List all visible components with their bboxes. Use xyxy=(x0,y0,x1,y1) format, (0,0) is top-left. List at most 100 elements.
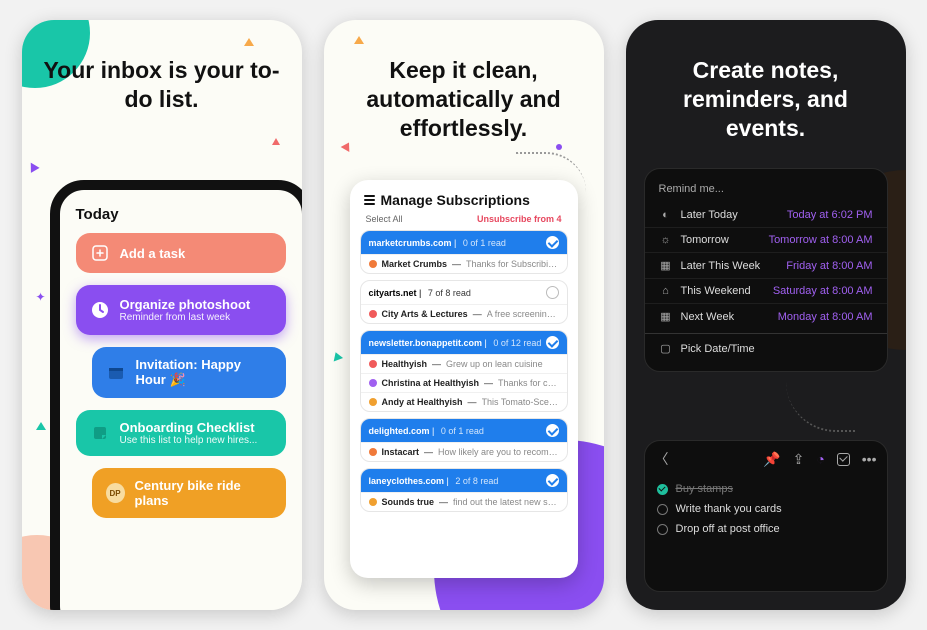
subscription-row[interactable]: Market Crumbs — Thanks for Subscribing! xyxy=(361,254,567,273)
sender-dot xyxy=(369,379,377,387)
sender-name: Christina at Healthyish xyxy=(382,378,480,388)
group-domain: cityarts.net | 7 of 8 read xyxy=(369,288,471,298)
subscription-row[interactable]: Sounds true — find out the latest new st… xyxy=(361,492,567,511)
subscription-group[interactable]: delighted.com | 0 of 1 readInstacart — H… xyxy=(360,418,568,462)
screenshot-panel-1: ✦ Your inbox is your to-do list. Today A… xyxy=(22,20,302,610)
message-preview: How likely are you to recomm... xyxy=(438,447,558,457)
remind-option[interactable]: ▦ Later This Week Friday at 8:00 AM xyxy=(645,252,887,278)
group-header[interactable]: cityarts.net | 7 of 8 read xyxy=(361,281,567,304)
subscription-group[interactable]: laneyclothes.com | 2 of 8 read Sounds tru… xyxy=(360,468,568,512)
remind-icon: ◐ xyxy=(659,209,673,221)
share-icon[interactable]: ⇪ xyxy=(793,451,805,468)
group-checkbox[interactable] xyxy=(546,424,559,437)
group-header[interactable]: newsletter.bonappetit.com | 0 of 12 read xyxy=(361,331,567,354)
clock-icon[interactable]: ◔ xyxy=(816,451,824,467)
task-item[interactable]: Buy stamps xyxy=(655,479,877,499)
device-frame: Today Add a task Organize photoshoot Rem… xyxy=(50,180,302,610)
subscription-group[interactable]: newsletter.bonappetit.com | 0 of 12 read… xyxy=(360,330,568,412)
onboarding-card[interactable]: Onboarding Checklist Use this list to he… xyxy=(76,410,286,456)
group-checkbox[interactable] xyxy=(546,336,559,349)
sender-dot xyxy=(369,498,377,506)
decor-triangle xyxy=(330,351,342,362)
sender-name: Sounds true xyxy=(382,497,435,507)
card-subtitle: Use this list to help new hires... xyxy=(120,435,258,446)
decor-triangle xyxy=(272,138,280,145)
group-checkbox[interactable] xyxy=(546,236,559,249)
remind-label: Tomorrow xyxy=(681,234,729,246)
remind-label: Later Today xyxy=(681,209,738,221)
more-icon[interactable]: ••• xyxy=(862,451,877,467)
remind-value: Tomorrow at 8:00 AM xyxy=(769,234,873,246)
checkbox-icon[interactable] xyxy=(837,453,850,466)
group-header[interactable]: delighted.com | 0 of 1 read xyxy=(361,419,567,442)
sender-name: Instacart xyxy=(382,447,420,457)
add-task-label: Add a task xyxy=(120,246,186,261)
subscription-row[interactable]: Healthyish — Grew up on lean cuisine xyxy=(361,354,567,373)
sender-name: City Arts & Lectures xyxy=(382,309,468,319)
remind-option[interactable]: ☼TomorrowTomorrow at 8:00 AM xyxy=(645,227,887,252)
group-header[interactable]: marketcrumbs.com | 0 of 1 read xyxy=(361,231,567,254)
add-task-card[interactable]: Add a task xyxy=(76,233,286,273)
group-header[interactable]: laneyclothes.com | 2 of 8 read xyxy=(361,469,567,492)
subscription-group[interactable]: cityarts.net | 7 of 8 read City Arts & Le… xyxy=(360,280,568,324)
task-checkbox[interactable] xyxy=(657,524,668,535)
decor-triangle xyxy=(36,422,46,430)
remind-label: Later This Week xyxy=(681,260,761,272)
calendar-icon xyxy=(106,363,126,383)
card-title: Invitation: Happy Hour 🎉 xyxy=(136,357,272,388)
task-item[interactable]: Drop off at post office xyxy=(655,519,877,539)
invitation-card[interactable]: Invitation: Happy Hour 🎉 xyxy=(92,347,286,398)
select-all-button[interactable]: Select All xyxy=(366,214,403,224)
task-checkbox[interactable] xyxy=(657,504,668,515)
task-item[interactable]: Write thank you cards xyxy=(655,499,877,519)
message-preview: find out the latest new sty... xyxy=(453,497,558,507)
group-domain: marketcrumbs.com | 0 of 1 read xyxy=(369,238,506,248)
subscription-group[interactable]: marketcrumbs.com | 0 of 1 read Market Cru… xyxy=(360,230,568,274)
remind-icon: ⌂ xyxy=(659,285,673,297)
task-label: Buy stamps xyxy=(676,483,733,495)
message-preview: Thanks for Subscribing! xyxy=(466,259,558,269)
card-subtitle: Reminder from last week xyxy=(120,312,251,323)
subscription-row[interactable]: City Arts & Lectures — A free screening … xyxy=(361,304,567,323)
menu-icon[interactable] xyxy=(364,195,375,205)
subscription-row[interactable]: Andy at Healthyish — This Tomato-Scented… xyxy=(361,392,567,411)
decor-triangle xyxy=(26,160,39,173)
remind-label: This Weekend xyxy=(681,285,751,297)
note-icon xyxy=(90,423,110,443)
remind-option[interactable]: ⌂This WeekendSaturday at 8:00 AM xyxy=(645,278,887,303)
remind-value: Friday at 8:00 AM xyxy=(786,260,872,272)
headline: Create notes, reminders, and events. xyxy=(626,20,906,160)
bike-ride-card[interactable]: DP Century bike ride plans xyxy=(92,468,286,518)
group-domain: laneyclothes.com | 2 of 8 read xyxy=(369,476,499,486)
sender-dot xyxy=(369,448,377,456)
remind-label: Next Week xyxy=(681,311,735,323)
subscription-row[interactable]: Instacart — How likely are you to recomm… xyxy=(361,442,567,461)
headline: Keep it clean, automatically and effortl… xyxy=(324,20,604,160)
group-checkbox[interactable] xyxy=(546,286,559,299)
calendar-icon: ▢ xyxy=(659,342,673,355)
subscription-row[interactable]: Christina at Healthyish — Thanks for com… xyxy=(361,373,567,392)
remind-option[interactable]: ◐Later TodayToday at 6:02 PM xyxy=(645,203,887,227)
remind-option[interactable]: ▦Next WeekMonday at 8:00 AM xyxy=(645,303,887,329)
task-label: Write thank you cards xyxy=(676,503,782,515)
screenshot-panel-2: Keep it clean, automatically and effortl… xyxy=(324,20,604,610)
remind-value: Monday at 8:00 AM xyxy=(778,311,873,323)
sender-name: Healthyish xyxy=(382,359,428,369)
headline: Your inbox is your to-do list. xyxy=(22,20,302,132)
card-title: Onboarding Checklist xyxy=(120,420,258,435)
pick-date-time-row[interactable]: ▢ Pick Date/Time xyxy=(645,333,887,361)
pin-icon[interactable]: 📌 xyxy=(763,451,780,468)
panel-header: Manage Subscriptions xyxy=(360,190,568,214)
remind-title: Remind me... xyxy=(645,179,887,203)
pick-date-time-label: Pick Date/Time xyxy=(681,343,755,355)
back-button[interactable]: 〈 xyxy=(655,449,669,469)
message-preview: Thanks for com... xyxy=(498,378,558,388)
task-checkbox[interactable] xyxy=(657,484,668,495)
remind-icon: ▦ xyxy=(659,259,673,272)
card-title: Century bike ride plans xyxy=(135,478,272,508)
group-checkbox[interactable] xyxy=(546,474,559,487)
unsubscribe-button[interactable]: Unsubscribe from 4 xyxy=(477,214,562,224)
organize-photoshoot-card[interactable]: Organize photoshoot Reminder from last w… xyxy=(76,285,286,335)
message-preview: This Tomato-Scented... xyxy=(482,397,559,407)
task-label: Drop off at post office xyxy=(676,523,780,535)
